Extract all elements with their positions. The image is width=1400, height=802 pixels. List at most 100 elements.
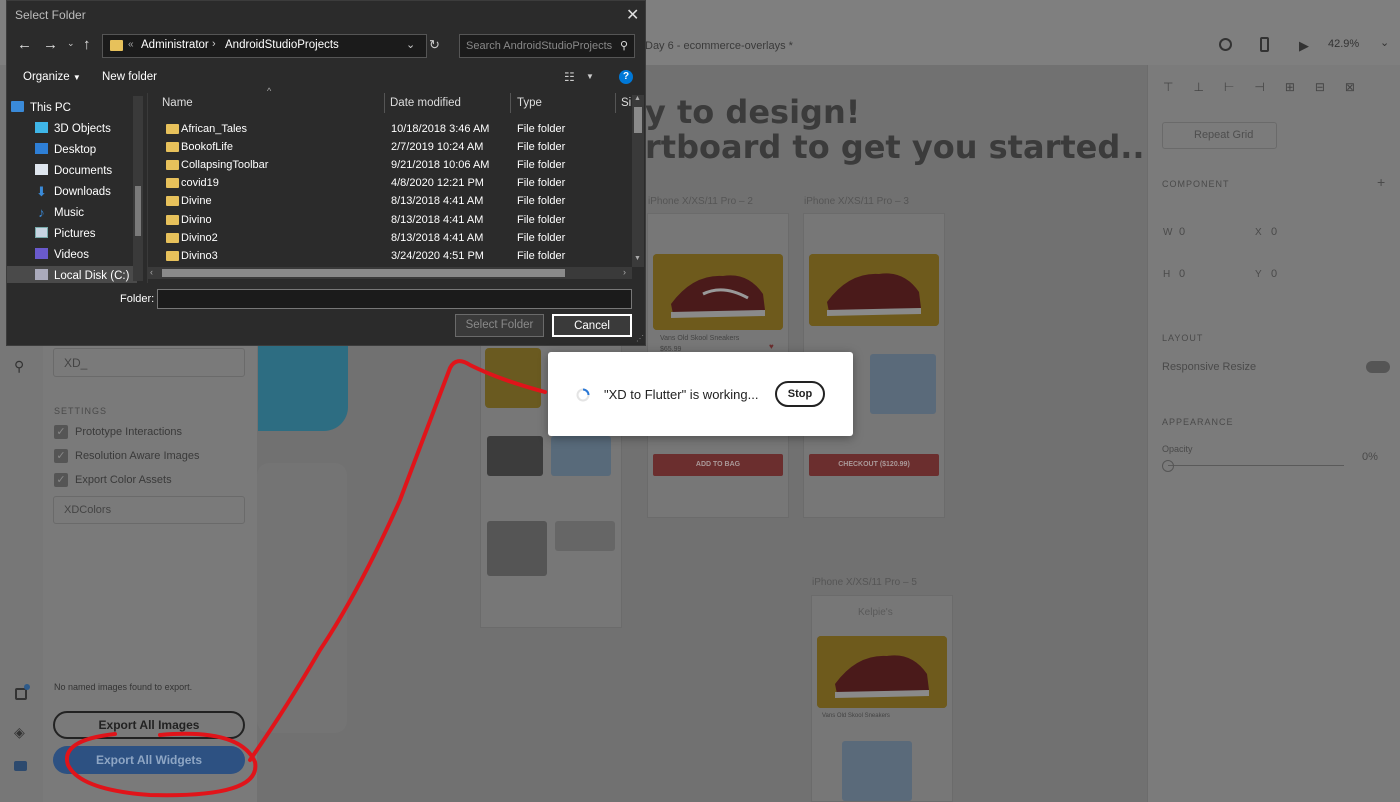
select-folder-button[interactable]: Select Folder — [455, 314, 544, 337]
layers-icon[interactable]: ◈ — [14, 724, 25, 741]
column-size[interactable]: Si — [621, 95, 631, 115]
responsive-resize-toggle[interactable] — [1366, 361, 1390, 373]
hscroll-thumb[interactable] — [162, 269, 565, 277]
column-date-modified[interactable]: Date modified — [390, 95, 510, 115]
breadcrumb-administrator[interactable]: Administrator — [141, 39, 209, 51]
sneaker-drawing — [653, 254, 783, 330]
prototype-checkbox[interactable]: ✓ — [54, 425, 68, 439]
scroll-right-icon[interactable]: › — [623, 267, 626, 277]
organize-menu[interactable]: Organize ▼ — [23, 71, 81, 83]
file-row[interactable]: African_Tales 10/18/2018 3:46 AM File fold… — [157, 120, 627, 138]
scroll-down-icon[interactable]: ▼ — [634, 255, 641, 262]
export-colors-checkbox[interactable]: ✓ — [54, 473, 68, 487]
file-row[interactable]: Divino 8/13/2018 4:41 AM File folder — [157, 211, 627, 229]
resolution-checkbox[interactable]: ✓ — [54, 449, 68, 463]
xdcolors-field[interactable]: XDColors — [53, 496, 245, 524]
view-options-icon[interactable]: ☷ — [564, 70, 575, 84]
pictures-icon — [35, 227, 48, 238]
up-icon[interactable]: ↑ — [83, 36, 91, 53]
tree-3d-objects[interactable]: 3D Objects — [35, 119, 147, 140]
cancel-button[interactable]: Cancel — [552, 314, 632, 337]
tree-pictures[interactable]: Pictures — [35, 224, 147, 245]
y-value[interactable]: 0 — [1271, 268, 1277, 280]
column-divider[interactable] — [384, 93, 385, 113]
overflow-chevron-icon[interactable]: « — [128, 39, 134, 50]
opacity-slider-handle[interactable] — [1162, 460, 1174, 472]
opacity-label: Opacity — [1162, 444, 1193, 454]
zoom-dropdown-icon[interactable]: ⌄ — [1380, 36, 1389, 49]
nav-scrollbar-thumb[interactable] — [135, 186, 141, 236]
tree-downloads[interactable]: ⬇ Downloads — [35, 182, 147, 203]
file-row[interactable]: CollapsingToolbar 9/21/2018 10:06 AM File … — [157, 156, 627, 174]
tree-label: Desktop — [54, 144, 97, 156]
file-row[interactable]: BookofLife 2/7/2019 10:24 AM File folder — [157, 138, 627, 156]
tree-desktop[interactable]: Desktop — [35, 140, 147, 161]
file-row[interactable]: Divine 8/13/2018 4:41 AM File folder — [157, 192, 627, 210]
favorite-icon[interactable]: ♥ — [769, 342, 774, 351]
play-preview-icon[interactable]: ▶ — [1299, 38, 1309, 54]
new-folder-button[interactable]: New folder — [102, 71, 157, 83]
resize-grip-icon[interactable]: ⋰ — [636, 334, 644, 343]
back-icon[interactable]: ← — [17, 36, 32, 53]
videos-icon — [35, 248, 48, 259]
folder-icon — [166, 159, 179, 170]
sneaker-image — [817, 636, 947, 708]
search-icon[interactable]: ⚲ — [14, 358, 24, 375]
x-value[interactable]: 0 — [1271, 226, 1277, 238]
folder-input[interactable] — [157, 289, 632, 309]
export-all-widgets-button[interactable]: Export All Widgets — [53, 746, 245, 774]
shoes-image — [555, 521, 615, 551]
column-name[interactable]: Name — [162, 95, 385, 115]
search-icon[interactable]: ⚲ — [620, 39, 628, 52]
file-row[interactable]: covid19 4/8/2020 12:21 PM File folder — [157, 174, 627, 192]
file-row[interactable]: Divino3 3/24/2020 4:51 PM File folder — [157, 247, 627, 265]
artboard-5-label: iPhone X/XS/11 Pro – 5 — [812, 577, 917, 588]
select-folder-dialog: Select Folder ✕ ← → ⌄ ↑ « Administrator … — [6, 0, 646, 346]
forward-icon[interactable]: → — [43, 36, 58, 53]
device-preview-icon[interactable] — [1260, 37, 1269, 52]
artboard-5[interactable]: Kelpie's Vans Old Skool Sneakers — [811, 595, 953, 802]
recent-locations-icon[interactable]: ⌄ — [67, 38, 75, 49]
repeat-grid-button[interactable]: Repeat Grid — [1162, 122, 1277, 149]
align-tools[interactable]: ⊤⊥⊢⊣⊞⊟⊠ — [1163, 80, 1375, 94]
tree-this-pc[interactable]: This PC — [11, 98, 131, 119]
breadcrumb-androidstudioprojects[interactable]: AndroidStudioProjects — [225, 39, 339, 51]
plugin-card — [257, 463, 347, 733]
spinner-icon — [576, 388, 590, 402]
add-to-bag-button[interactable]: ADD TO BAG — [653, 454, 783, 476]
share-user-icon[interactable] — [1219, 38, 1232, 51]
xd-prefix-field[interactable]: XD_ — [53, 348, 245, 377]
opacity-value[interactable]: 0% — [1362, 451, 1378, 463]
checkout-button[interactable]: CHECKOUT ($120.99) — [809, 454, 939, 476]
tree-documents[interactable]: Documents — [35, 161, 147, 182]
search-input[interactable]: Search AndroidStudioProjects ⚲ — [459, 34, 635, 58]
file-list-hscrollbar[interactable]: ‹ › — [148, 267, 632, 279]
add-component-icon[interactable]: + — [1377, 174, 1385, 190]
view-dropdown-icon[interactable]: ▼ — [586, 72, 594, 81]
column-type[interactable]: Type — [517, 95, 617, 115]
address-bar[interactable]: « Administrator › AndroidStudioProjects … — [102, 34, 427, 58]
tree-videos[interactable]: Videos — [35, 245, 147, 266]
tree-local-disk[interactable]: Local Disk (C:) — [7, 266, 137, 283]
export-all-images-button[interactable]: Export All Images — [53, 711, 245, 739]
vscroll-thumb[interactable] — [634, 107, 642, 133]
address-dropdown-icon[interactable]: ⌄ — [406, 38, 415, 51]
width-value[interactable]: 0 — [1179, 226, 1185, 238]
column-divider[interactable] — [615, 93, 616, 113]
plugins-icon[interactable] — [14, 761, 27, 771]
scroll-up-icon[interactable]: ▲ — [634, 95, 641, 102]
height-value[interactable]: 0 — [1179, 268, 1185, 280]
opacity-slider[interactable] — [1168, 465, 1344, 466]
refresh-icon[interactable]: ↻ — [429, 37, 440, 53]
nav-scrollbar[interactable] — [133, 96, 143, 281]
file-row[interactable]: Divino2 8/13/2018 4:41 AM File folder — [157, 229, 627, 247]
desktop-icon — [35, 143, 48, 154]
stop-button[interactable]: Stop — [775, 381, 825, 407]
scroll-left-icon[interactable]: ‹ — [150, 267, 153, 277]
file-list-vscrollbar[interactable]: ▲ ▼ — [632, 95, 644, 267]
column-divider[interactable] — [510, 93, 511, 113]
close-icon[interactable]: ✕ — [626, 5, 639, 25]
help-icon[interactable]: ? — [619, 70, 633, 84]
tree-music[interactable]: ♪ Music — [35, 203, 147, 224]
zoom-level[interactable]: 42.9% — [1328, 38, 1359, 50]
